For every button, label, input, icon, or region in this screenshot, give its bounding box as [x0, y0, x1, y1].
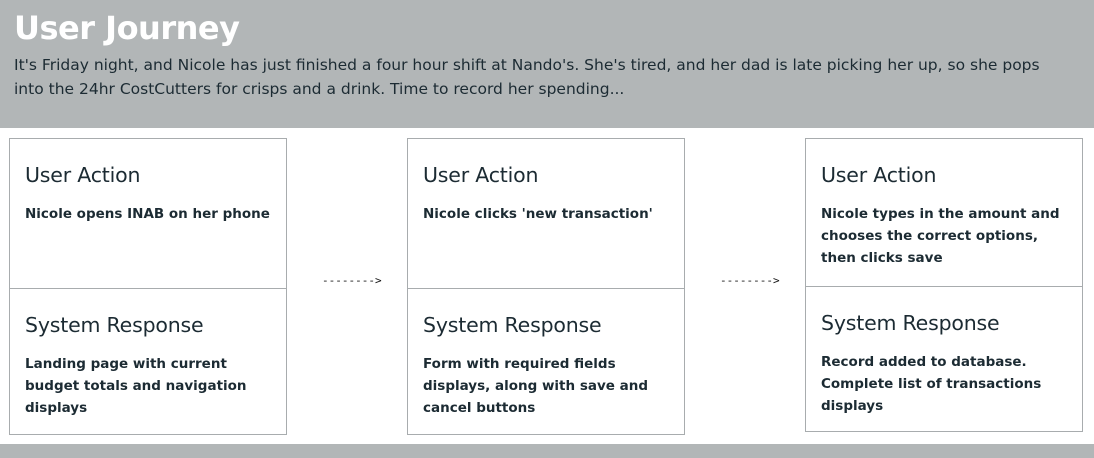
- user-action-text: Nicole opens INAB on her phone: [25, 206, 270, 222]
- system-response-text: Form with required fields displays, alon…: [423, 356, 649, 416]
- system-response-section: System Response Landing page with curren…: [10, 288, 286, 435]
- flow-arrow-2: -------->: [720, 274, 780, 287]
- user-action-section: User Action Nicole clicks 'new transacti…: [408, 139, 684, 288]
- system-response-section: System Response Form with required field…: [408, 288, 684, 435]
- system-response-heading: System Response: [821, 311, 1000, 335]
- system-response-heading: System Response: [423, 313, 602, 337]
- system-response-text: Landing page with current budget totals …: [25, 356, 247, 416]
- step-card-1: User Action Nicole opens INAB on her pho…: [9, 138, 287, 435]
- header-banner: User Journey It's Friday night, and Nico…: [0, 0, 1094, 128]
- step-card-3: User Action Nicole types in the amount a…: [805, 138, 1083, 432]
- system-response-section: System Response Record added to database…: [806, 286, 1082, 432]
- system-response-text: Record added to database. Complete list …: [821, 354, 1042, 414]
- user-action-section: User Action Nicole opens INAB on her pho…: [10, 139, 286, 288]
- footer-bar: [0, 444, 1094, 458]
- user-action-heading: User Action: [423, 163, 539, 187]
- system-response-heading: System Response: [25, 313, 204, 337]
- step-card-2: User Action Nicole clicks 'new transacti…: [407, 138, 685, 435]
- user-action-heading: User Action: [821, 163, 937, 187]
- user-action-section: User Action Nicole types in the amount a…: [806, 139, 1082, 286]
- user-action-text: Nicole types in the amount and chooses t…: [821, 206, 1060, 266]
- flow-arrow-1: -------->: [322, 274, 382, 287]
- page-title: User Journey: [14, 9, 240, 47]
- scenario-description: It's Friday night, and Nicole has just f…: [14, 56, 1040, 98]
- user-action-heading: User Action: [25, 163, 141, 187]
- user-action-text: Nicole clicks 'new transaction': [423, 206, 653, 222]
